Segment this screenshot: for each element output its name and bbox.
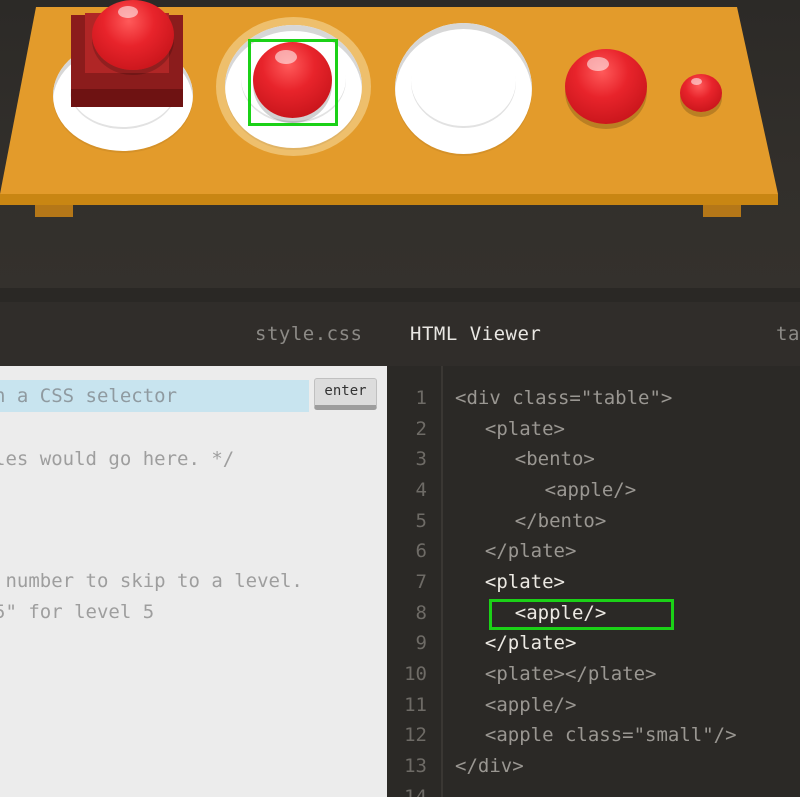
apple-icon[interactable] xyxy=(565,49,647,124)
game-stage xyxy=(0,0,800,290)
css-comment-line: 5" for level 5 xyxy=(0,601,155,623)
css-editor-pane: n a CSS selector enter les would go here… xyxy=(0,366,387,797)
css-selector-input[interactable]: n a CSS selector xyxy=(0,380,309,412)
line-number: 6 xyxy=(415,540,427,562)
code-target-box xyxy=(489,599,674,630)
table-leg-left xyxy=(35,205,73,217)
stage-divider xyxy=(0,288,800,302)
code-line-highlighted[interactable]: </plate> xyxy=(462,632,577,654)
target-selection-box xyxy=(248,39,338,126)
code-line[interactable]: <apple class="small"/> xyxy=(462,724,737,746)
code-line[interactable]: <bento> xyxy=(469,448,595,470)
code-line-highlighted[interactable]: <plate> xyxy=(462,571,565,593)
line-number: 8 xyxy=(415,602,427,624)
line-number: 9 xyxy=(415,632,427,654)
enter-button[interactable]: enter xyxy=(314,378,377,410)
code-line[interactable]: </plate> xyxy=(462,540,577,562)
gutter-divider xyxy=(441,366,443,797)
line-number: 2 xyxy=(415,418,427,440)
html-viewer-pane: 1 2 3 4 5 6 7 8 9 10 11 12 13 14 <div cl… xyxy=(387,366,800,797)
line-number: 12 xyxy=(404,724,427,746)
line-number: 7 xyxy=(415,571,427,593)
line-number: 10 xyxy=(404,663,427,685)
apple-small-icon[interactable] xyxy=(680,74,722,112)
line-number: 3 xyxy=(415,448,427,470)
tab-style-css[interactable]: style.css xyxy=(255,323,362,345)
editor-tab-bar: style.css HTML Viewer ta xyxy=(0,302,800,366)
line-number: 4 xyxy=(415,479,427,501)
line-number: 14 xyxy=(404,786,427,797)
code-line[interactable]: <apple/> xyxy=(476,479,637,501)
tab-html-viewer[interactable]: HTML Viewer xyxy=(410,323,541,345)
line-number: 1 xyxy=(415,387,427,409)
code-line[interactable]: <plate></plate> xyxy=(462,663,657,685)
code-line[interactable]: </div> xyxy=(455,755,524,777)
apple-icon[interactable] xyxy=(92,0,174,70)
line-number: 13 xyxy=(404,755,427,777)
css-comment-line: les would go here. */ xyxy=(0,448,235,470)
code-line[interactable]: <plate> xyxy=(462,418,565,440)
line-number: 5 xyxy=(415,510,427,532)
tab-partial[interactable]: ta xyxy=(776,323,800,345)
code-line[interactable]: <div class="table"> xyxy=(455,387,672,409)
plate-icon[interactable] xyxy=(395,23,532,154)
code-line[interactable]: </bento> xyxy=(469,510,607,532)
code-line[interactable]: <apple/> xyxy=(462,694,577,716)
line-number: 11 xyxy=(404,694,427,716)
css-comment-line: number to skip to a level. xyxy=(0,570,303,592)
table-leg-right xyxy=(703,205,741,217)
